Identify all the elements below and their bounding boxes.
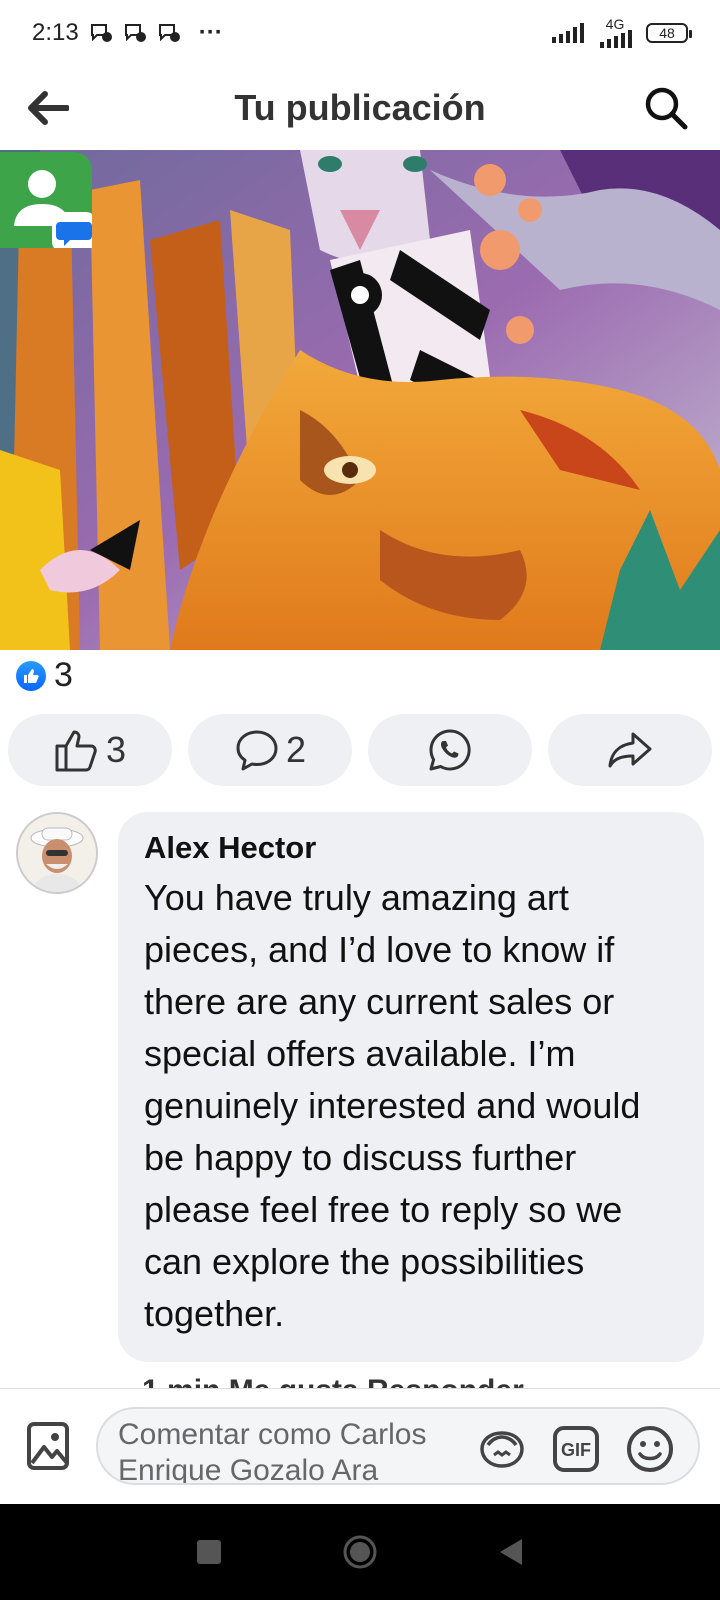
page-title: Tu publicación bbox=[234, 87, 486, 128]
status-bar: 2:13 ··· 4G 48 bbox=[0, 0, 720, 66]
header: Tu publicación bbox=[0, 66, 720, 150]
like-button[interactable]: 3 bbox=[8, 714, 172, 786]
reaction-summary[interactable]: 3 bbox=[16, 656, 73, 695]
back-button[interactable] bbox=[24, 86, 72, 130]
comment-count: 2 bbox=[285, 729, 307, 770]
thumbs-up-icon bbox=[55, 730, 97, 772]
emoji-button[interactable] bbox=[624, 1423, 676, 1475]
comment-composer: Comentar como Carlos Enrique Gozalo Ara … bbox=[0, 1388, 720, 1505]
network-type: 4G bbox=[605, 16, 625, 32]
status-left: 2:13 ··· bbox=[32, 19, 223, 47]
comment-list: Alex Hector You have truly amazing art p… bbox=[0, 810, 720, 1390]
messenger-notification-icon bbox=[90, 24, 112, 42]
action-bar: 3 2 bbox=[8, 714, 712, 786]
share-icon bbox=[608, 732, 652, 768]
avatar-sticker-icon bbox=[480, 1431, 524, 1468]
status-right: 4G 48 bbox=[552, 16, 692, 48]
comment-placeholder: Comentar como Carlos Enrique Gozalo Ara bbox=[118, 1418, 427, 1485]
nav-circle-icon[interactable] bbox=[342, 1534, 378, 1570]
avatar-photo bbox=[18, 814, 96, 892]
photo-icon bbox=[27, 1422, 69, 1470]
more-notifications: ··· bbox=[198, 19, 223, 46]
system-navigation-bar bbox=[0, 1504, 720, 1600]
nav-back-icon[interactable] bbox=[498, 1538, 524, 1566]
signal-icon bbox=[552, 23, 584, 43]
whatsapp-share-button[interactable] bbox=[368, 714, 532, 786]
comment-text: You have truly amazing art pieces, and I… bbox=[144, 877, 641, 1334]
photo-button[interactable] bbox=[26, 1421, 70, 1471]
comment-input[interactable]: Comentar como Carlos Enrique Gozalo Ara … bbox=[96, 1407, 700, 1485]
whatsapp-icon bbox=[429, 729, 471, 771]
comment-author[interactable]: Alex Hector bbox=[144, 830, 678, 866]
search-icon bbox=[645, 87, 688, 130]
comment-button[interactable]: 2 bbox=[188, 714, 352, 786]
contact-person-icon bbox=[14, 170, 96, 252]
contact-chat-head[interactable] bbox=[0, 152, 96, 252]
network-indicator: 4G bbox=[596, 16, 634, 48]
like-count: 3 bbox=[105, 729, 127, 770]
share-button[interactable] bbox=[548, 714, 712, 786]
status-time: 2:13 bbox=[32, 19, 79, 46]
reaction-count: 3 bbox=[54, 656, 73, 694]
signal-4g-icon bbox=[600, 30, 632, 48]
back-arrow-icon bbox=[28, 91, 69, 125]
battery-level: 48 bbox=[659, 25, 675, 41]
like-reaction-icon bbox=[16, 660, 46, 691]
battery-icon: 48 bbox=[646, 23, 692, 43]
gif-icon: GIF bbox=[553, 1426, 599, 1472]
gif-button[interactable]: GIF bbox=[550, 1423, 602, 1475]
post-image[interactable] bbox=[0, 150, 720, 650]
messenger-notification-icon bbox=[124, 24, 146, 42]
avatar-sticker-button[interactable] bbox=[476, 1423, 528, 1475]
commenter-avatar[interactable] bbox=[16, 812, 98, 894]
artwork-painting bbox=[0, 150, 720, 650]
comment-bubble[interactable]: Alex Hector You have truly amazing art p… bbox=[118, 812, 704, 1362]
comment-icon bbox=[236, 730, 278, 771]
emoji-icon bbox=[627, 1426, 673, 1472]
messenger-notification-icon bbox=[158, 24, 180, 42]
search-button[interactable] bbox=[640, 82, 692, 134]
gif-label: GIF bbox=[561, 1440, 591, 1460]
nav-square-icon[interactable] bbox=[196, 1539, 222, 1565]
